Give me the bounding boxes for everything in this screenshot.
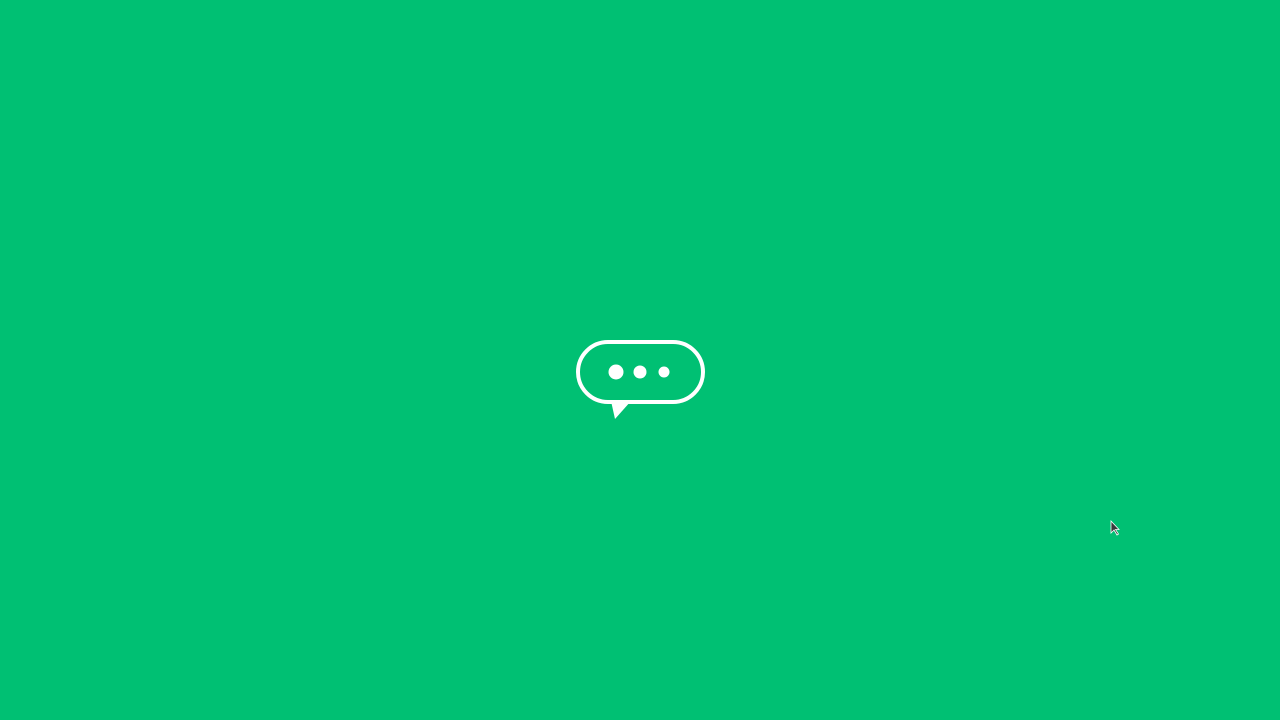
chat-bubble-ellipsis-icon <box>576 340 705 419</box>
typing-dot-1 <box>608 364 624 380</box>
mouse-pointer-icon <box>1110 520 1120 536</box>
splash-screen <box>0 0 1280 720</box>
typing-dot-3 <box>658 366 670 378</box>
mouse-pointer-shape <box>1110 520 1120 536</box>
chat-bubble-tail <box>611 401 631 419</box>
typing-dot-2 <box>633 365 647 379</box>
